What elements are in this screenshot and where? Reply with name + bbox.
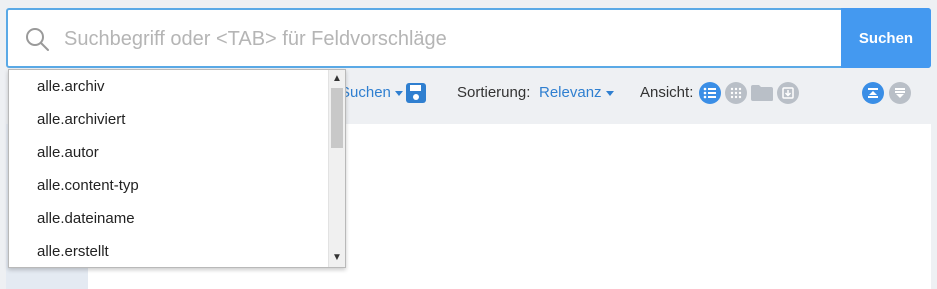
view-label: Ansicht: bbox=[640, 84, 694, 101]
scroll-up-icon[interactable]: ▲ bbox=[329, 71, 345, 87]
sort-label: Sortierung: bbox=[457, 84, 531, 101]
suggestion-item[interactable]: alle.dateiname bbox=[9, 202, 329, 235]
list-view-icon[interactable] bbox=[699, 82, 721, 104]
caret-down-icon bbox=[394, 90, 403, 96]
dropdown-scrollbar[interactable]: ▲ ▼ bbox=[328, 70, 345, 267]
grid-view-icon[interactable] bbox=[725, 82, 747, 104]
scroll-thumb[interactable] bbox=[331, 88, 343, 148]
suggestion-item[interactable]: alle.erstellt bbox=[9, 235, 329, 267]
search-button[interactable]: Suchen bbox=[841, 8, 931, 68]
save-icon[interactable] bbox=[405, 82, 427, 104]
folder-view-icon[interactable] bbox=[750, 84, 774, 102]
download-view-icon[interactable] bbox=[777, 82, 799, 104]
search-input[interactable] bbox=[64, 20, 824, 58]
suggestion-item[interactable]: alle.archiv bbox=[9, 70, 329, 103]
field-suggestions-dropdown: alle.archiv alle.archiviert alle.autor a… bbox=[8, 69, 346, 268]
search-icon bbox=[26, 28, 49, 51]
expand-all-icon[interactable] bbox=[862, 82, 884, 104]
saved-searches-label: Suchen bbox=[340, 84, 391, 101]
search-bar: Suchen bbox=[6, 8, 931, 68]
sort-dropdown[interactable]: Relevanz bbox=[539, 84, 614, 101]
caret-down-icon bbox=[605, 90, 614, 96]
scroll-down-icon[interactable]: ▼ bbox=[329, 250, 345, 266]
suggestion-item[interactable]: alle.archiviert bbox=[9, 103, 329, 136]
suggestion-item[interactable]: alle.autor bbox=[9, 136, 329, 169]
collapse-all-icon[interactable] bbox=[889, 82, 911, 104]
sort-value: Relevanz bbox=[539, 84, 602, 101]
suggestion-item[interactable]: alle.content-typ bbox=[9, 169, 329, 202]
saved-searches-dropdown[interactable]: Suchen bbox=[340, 84, 403, 101]
